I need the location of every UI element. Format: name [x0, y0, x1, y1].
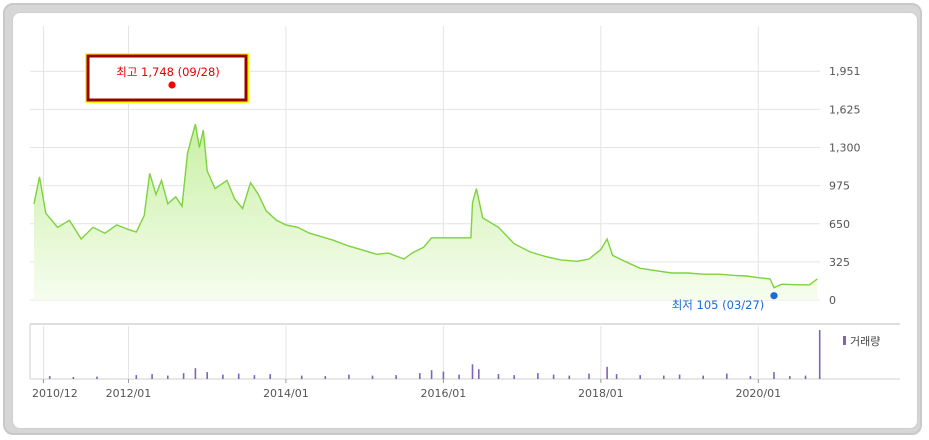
volume-bar	[182, 373, 185, 379]
low-annotation-label: 최저 105 (03/27)	[672, 298, 765, 312]
y-tick-label: 325	[829, 256, 850, 269]
y-tick-label: 1,300	[829, 142, 861, 155]
volume-bars	[48, 330, 821, 380]
volume-bar	[726, 373, 728, 379]
volume-bar	[430, 370, 433, 379]
x-tick-label: 2010/12	[32, 387, 78, 400]
volume-bar	[471, 364, 474, 379]
volume-bar	[639, 375, 641, 379]
volume-bar	[497, 374, 500, 379]
volume-bar	[615, 374, 618, 379]
volume-bar	[371, 375, 374, 379]
legend-swatch	[843, 336, 846, 345]
volume-bar	[804, 375, 807, 379]
volume-panel	[29, 323, 900, 380]
volume-bar	[478, 369, 480, 379]
x-tick-label: 2018/01	[578, 387, 624, 400]
volume-bar	[222, 374, 224, 379]
volume-bar	[96, 376, 98, 379]
x-tick-label: 2016/01	[421, 387, 467, 400]
volume-bar	[269, 374, 271, 379]
volume-bar	[253, 375, 256, 379]
y-tick-label: 1,625	[829, 103, 861, 116]
volume-bar	[395, 375, 397, 379]
volume-bar	[458, 374, 460, 379]
y-tick-label: 1,951	[829, 65, 861, 78]
high-annotation-label: 최고 1,748 (09/28)	[116, 65, 220, 79]
volume-bar	[167, 375, 169, 379]
volume-bar	[419, 373, 421, 379]
volume-bar	[48, 376, 51, 379]
legend-label: 거래량	[850, 335, 880, 348]
volume-bar	[568, 375, 571, 379]
volume-bar	[300, 375, 303, 379]
volume-bar	[206, 372, 208, 379]
x-tick-label: 2012/01	[106, 387, 152, 400]
volume-bar	[678, 374, 681, 379]
volume-bar	[749, 376, 752, 379]
volume-bar	[702, 375, 704, 379]
volume-legend: 거래량	[843, 335, 880, 348]
volume-bar	[552, 374, 555, 379]
volume-bar	[324, 376, 327, 379]
volume-bar	[773, 372, 775, 379]
volume-bar	[513, 375, 515, 379]
high-marker	[168, 81, 176, 89]
x-tick-label: 2014/01	[263, 387, 309, 400]
x-tick-label: 2020/01	[735, 387, 781, 400]
volume-bar	[348, 374, 350, 379]
volume-bar	[151, 374, 153, 379]
y-tick-label: 650	[829, 218, 850, 231]
volume-bar	[72, 377, 75, 379]
low-marker	[770, 292, 778, 300]
volume-bar	[442, 371, 445, 379]
volume-bar	[663, 375, 665, 379]
volume-bar	[588, 373, 590, 379]
x-axis: 2010/12 2012/01 2014/01 2016/01 2018/01 2020/…	[32, 379, 781, 400]
volume-bar	[537, 373, 539, 379]
y-tick-label: 975	[829, 180, 850, 193]
volume-bar	[135, 375, 138, 379]
volume-bar	[818, 330, 821, 379]
stock-chart: 1,951 1,625 1,300 975 650 325 0 2010/12 2012/01…	[29, 26, 900, 400]
volume-bar	[237, 373, 240, 379]
y-tick-label: 0	[829, 294, 836, 307]
volume-bar	[789, 376, 791, 379]
volume-bar	[606, 366, 608, 380]
volume-bar	[194, 368, 197, 379]
